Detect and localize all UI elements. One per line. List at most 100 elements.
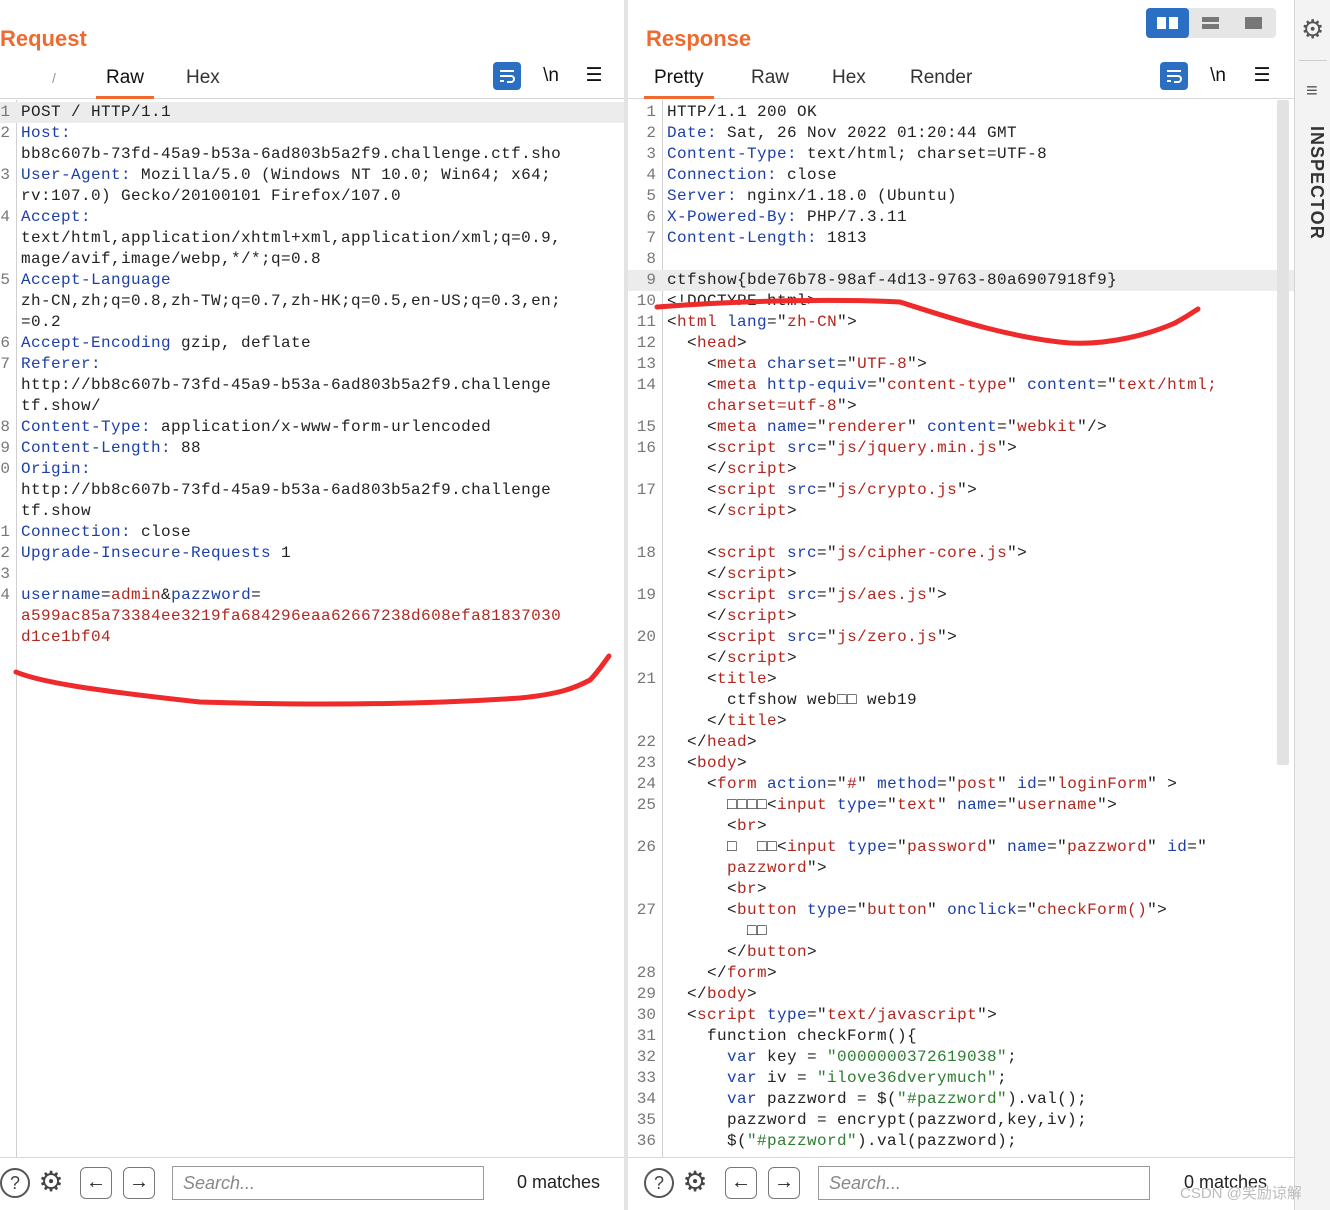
code-line[interactable]: =0.2	[0, 312, 624, 333]
next-match-button[interactable]: →	[123, 1167, 155, 1199]
code-line[interactable]: □□	[628, 921, 1294, 942]
code-line[interactable]: bb8c607b-73fd-45a9-b53a-6ad803b5a2f9.cha…	[0, 144, 624, 165]
search-input[interactable]: Search...	[172, 1166, 484, 1200]
tab-raw[interactable]: Raw	[96, 60, 155, 99]
menu-icon[interactable]: ☰	[580, 62, 608, 90]
code-line[interactable]: </script>	[628, 459, 1294, 480]
code-line[interactable]: 4 username=admin&pazzword=	[0, 585, 624, 606]
code-line[interactable]: 29 </body>	[628, 984, 1294, 1005]
code-line[interactable]: tf.show	[0, 501, 624, 522]
code-line[interactable]: 4 Accept:	[0, 207, 624, 228]
code-line[interactable]: 3	[0, 564, 624, 585]
code-line[interactable]: pazzword">	[628, 858, 1294, 879]
search-input[interactable]: Search...	[818, 1166, 1150, 1200]
settings-gear-icon[interactable]: ⚙	[36, 1168, 66, 1198]
layout-side-by-side-button[interactable]	[1146, 8, 1189, 38]
code-line[interactable]: 16 <script src="js/jquery.min.js">	[628, 438, 1294, 459]
code-line[interactable]: 7 Content-Length: 1813	[628, 228, 1294, 249]
code-line[interactable]: a599ac85a73384ee3219fa684296eaa62667238d…	[0, 606, 624, 627]
code-line[interactable]: charset=utf-8">	[628, 396, 1294, 417]
code-line[interactable]: 13 <meta charset="UTF-8">	[628, 354, 1294, 375]
code-line[interactable]: 21 <title>	[628, 669, 1294, 690]
request-editor[interactable]: 1 POST / HTTP/1.1 2 Host: bb8c607b-73fd-45a9…	[0, 100, 624, 1158]
tab-render[interactable]: Render	[900, 60, 982, 96]
code-line[interactable]: 6 Accept-Encoding gzip, deflate	[0, 333, 624, 354]
code-line[interactable]: rv:107.0) Gecko/20100101 Firefox/107.0	[0, 186, 624, 207]
help-icon[interactable]: ?	[644, 1168, 674, 1198]
code-line[interactable]: 12 <head>	[628, 333, 1294, 354]
code-line[interactable]: 25 □□□□<input type="text" name="username…	[628, 795, 1294, 816]
code-line[interactable]: 33 var iv = "ilove36dverymuch";	[628, 1068, 1294, 1089]
layout-tabs-button[interactable]	[1232, 8, 1275, 38]
code-line[interactable]	[628, 522, 1294, 543]
code-line[interactable]: text/html,application/xhtml+xml,applicat…	[0, 228, 624, 249]
code-line[interactable]: 6 X-Powered-By: PHP/7.3.11	[628, 207, 1294, 228]
code-line[interactable]: 3 Content-Type: text/html; charset=UTF-8	[628, 144, 1294, 165]
code-line[interactable]: tf.show/	[0, 396, 624, 417]
code-line[interactable]: http://bb8c607b-73fd-45a9-b53a-6ad803b5a…	[0, 480, 624, 501]
code-line[interactable]: 22 </head>	[628, 732, 1294, 753]
code-line[interactable]: <br>	[628, 816, 1294, 837]
tab-hex[interactable]: Hex	[176, 60, 230, 96]
wrap-lines-button[interactable]	[493, 62, 521, 90]
code-line[interactable]: 30 <script type="text/javascript">	[628, 1005, 1294, 1026]
code-line[interactable]: 28 </form>	[628, 963, 1294, 984]
code-line[interactable]: 17 <script src="js/crypto.js">	[628, 480, 1294, 501]
layout-stacked-button[interactable]	[1189, 8, 1232, 38]
code-line[interactable]: </script>	[628, 501, 1294, 522]
code-line[interactable]: </title>	[628, 711, 1294, 732]
tab-raw[interactable]: Raw	[741, 60, 799, 96]
newline-toggle-button[interactable]: \n	[537, 62, 565, 90]
code-line[interactable]: zh-CN,zh;q=0.8,zh-TW;q=0.7,zh-HK;q=0.5,e…	[0, 291, 624, 312]
code-line[interactable]: </script>	[628, 606, 1294, 627]
code-line[interactable]: 5 Server: nginx/1.18.0 (Ubuntu)	[628, 186, 1294, 207]
code-line[interactable]: 0 Origin:	[0, 459, 624, 480]
code-line[interactable]: 24 <form action="#" method="post" id="lo…	[628, 774, 1294, 795]
code-line[interactable]: 2 Host:	[0, 123, 624, 144]
code-line[interactable]: 31 function checkForm(){	[628, 1026, 1294, 1047]
code-line[interactable]: 14 <meta http-equiv="content-type" conte…	[628, 375, 1294, 396]
code-line[interactable]: mage/avif,image/webp,*/*;q=0.8	[0, 249, 624, 270]
code-line[interactable]: 10 <!DOCTYPE html>	[628, 291, 1294, 312]
next-match-button[interactable]: →	[768, 1167, 800, 1199]
tab-pretty[interactable]: Pretty	[644, 60, 714, 99]
code-line[interactable]: 3 User-Agent: Mozilla/5.0 (Windows NT 10.…	[0, 165, 624, 186]
code-line[interactable]: 7 Referer:	[0, 354, 624, 375]
newline-toggle-button[interactable]: \n	[1204, 62, 1232, 90]
code-line[interactable]: 5 Accept-Language	[0, 270, 624, 291]
code-line[interactable]: 18 <script src="js/cipher-core.js">	[628, 543, 1294, 564]
code-line[interactable]: <br>	[628, 879, 1294, 900]
code-line[interactable]: http://bb8c607b-73fd-45a9-b53a-6ad803b5a…	[0, 375, 624, 396]
code-line[interactable]: 9 Content-Length: 88	[0, 438, 624, 459]
code-line[interactable]: 9 ctfshow{bde76b78-98af-4d13-9763-80a6907…	[628, 270, 1294, 291]
code-line[interactable]: 4 Connection: close	[628, 165, 1294, 186]
code-line[interactable]: 1 HTTP/1.1 200 OK	[628, 102, 1294, 123]
code-line[interactable]: 8 Content-Type: application/x-www-form-ur…	[0, 417, 624, 438]
code-line[interactable]: 1 Connection: close	[0, 522, 624, 543]
previous-match-button[interactable]: ←	[725, 1167, 757, 1199]
code-line[interactable]: 32 var key = "0000000372619038";	[628, 1047, 1294, 1068]
tab-hex[interactable]: Hex	[822, 60, 876, 96]
response-editor[interactable]: 1 HTTP/1.1 200 OK 2 Date: Sat, 26 Nov 2022 …	[628, 100, 1294, 1158]
code-line[interactable]: </script>	[628, 564, 1294, 585]
menu-icon[interactable]: ☰	[1248, 62, 1276, 90]
code-line[interactable]: 27 <button type="button" onclick="checkF…	[628, 900, 1294, 921]
code-line[interactable]: 36 $("#pazzword").val(pazzword);	[628, 1131, 1294, 1152]
help-icon[interactable]: ?	[0, 1168, 30, 1198]
code-line[interactable]: 2 Upgrade-Insecure-Requests 1	[0, 543, 624, 564]
code-line[interactable]: 1 POST / HTTP/1.1	[0, 102, 624, 123]
tab-pretty-truncated[interactable]: /	[42, 60, 66, 96]
code-line[interactable]: 34 var pazzword = $("#pazzword").val();	[628, 1089, 1294, 1110]
code-line[interactable]: 15 <meta name="renderer" content="webkit…	[628, 417, 1294, 438]
code-line[interactable]: 2 Date: Sat, 26 Nov 2022 01:20:44 GMT	[628, 123, 1294, 144]
code-line[interactable]: 20 <script src="js/zero.js">	[628, 627, 1294, 648]
code-line[interactable]: </button>	[628, 942, 1294, 963]
code-line[interactable]: 35 pazzword = encrypt(pazzword,key,iv);	[628, 1110, 1294, 1131]
previous-match-button[interactable]: ←	[80, 1167, 112, 1199]
code-line[interactable]: 11 <html lang="zh-CN">	[628, 312, 1294, 333]
settings-gear-icon[interactable]: ⚙	[1301, 14, 1324, 45]
code-line[interactable]: 19 <script src="js/aes.js">	[628, 585, 1294, 606]
code-line[interactable]: 23 <body>	[628, 753, 1294, 774]
wrap-lines-button[interactable]	[1160, 62, 1188, 90]
inspector-menu-icon[interactable]: ≡	[1306, 80, 1318, 103]
